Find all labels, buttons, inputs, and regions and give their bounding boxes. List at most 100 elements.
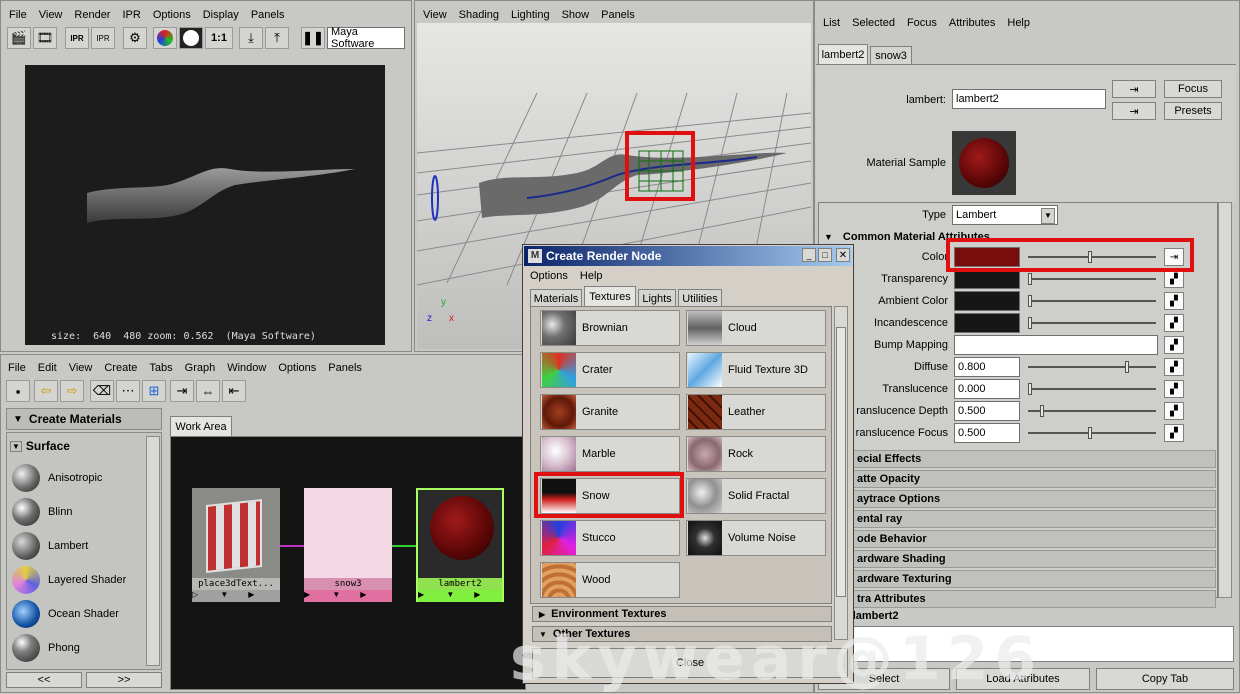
- tab-materials[interactable]: Materials: [530, 289, 582, 307]
- attr-section-header[interactable]: atte Opacity: [820, 470, 1216, 488]
- map-checker-icon[interactable]: ▞: [1164, 424, 1184, 442]
- section-common-material[interactable]: ▼ Common Material Attributes: [820, 228, 1220, 246]
- hs-menu-tabs[interactable]: Tabs: [149, 362, 172, 374]
- map-checker-icon[interactable]: ▞: [1164, 380, 1184, 398]
- render-region-icon[interactable]: 🎞: [33, 27, 57, 49]
- map-checker-icon[interactable]: ▞: [1164, 358, 1184, 376]
- node-name-field[interactable]: lambert2: [952, 89, 1106, 109]
- copy-tab-button[interactable]: Copy Tab: [1096, 668, 1234, 690]
- real-size-button[interactable]: 1:1: [205, 27, 233, 49]
- menu-render[interactable]: Render: [74, 9, 110, 21]
- hs-menu-panels[interactable]: Panels: [328, 362, 362, 374]
- focus-left-button[interactable]: ⇥: [1112, 80, 1156, 98]
- dialog-menu-options[interactable]: Options: [530, 270, 568, 282]
- attr-slider[interactable]: [1028, 366, 1156, 368]
- attr-slider[interactable]: [1028, 388, 1156, 390]
- output-connections-icon[interactable]: ⇤: [222, 380, 246, 402]
- map-connected-icon[interactable]: ⇥: [1164, 248, 1184, 266]
- scroll-thumb[interactable]: [836, 327, 846, 597]
- menu-ipr[interactable]: IPR: [122, 9, 140, 21]
- io-connections-icon[interactable]: ⇔: [196, 380, 220, 402]
- map-checker-icon[interactable]: ▞: [1164, 270, 1184, 288]
- viewport-menu-panels[interactable]: Panels: [601, 9, 635, 21]
- graph-network-icon[interactable]: ⊞: [142, 380, 166, 402]
- alpha-channel-icon[interactable]: [179, 27, 203, 49]
- ipr-render-icon[interactable]: IPR: [65, 27, 89, 49]
- select-tool-icon[interactable]: ▪: [6, 380, 30, 402]
- nav-next-button[interactable]: >>: [86, 672, 162, 688]
- attr-value-field[interactable]: 0.500: [954, 423, 1020, 443]
- surface-header[interactable]: ▼ Surface: [10, 438, 144, 454]
- attr-menu-focus[interactable]: Focus: [907, 17, 937, 29]
- color-channel-icon[interactable]: [153, 27, 177, 49]
- attr-section-header[interactable]: tra Attributes: [820, 590, 1216, 608]
- graph-layout-icon[interactable]: ⋯: [116, 380, 140, 402]
- hs-menu-create[interactable]: Create: [104, 362, 137, 374]
- tab-textures[interactable]: Textures: [584, 286, 636, 307]
- texture-button[interactable]: Cloud: [686, 310, 826, 346]
- attr-scrollbar[interactable]: [1218, 202, 1232, 598]
- create-materials-header[interactable]: ▼ Create Materials: [6, 408, 162, 430]
- texture-button[interactable]: Snow: [540, 478, 680, 514]
- render-clapper-icon[interactable]: 🎬: [7, 27, 31, 49]
- color-swatch[interactable]: [954, 313, 1020, 333]
- map-checker-icon[interactable]: ▞: [1164, 292, 1184, 310]
- slider-handle[interactable]: [1028, 295, 1032, 307]
- attr-slider[interactable]: [1028, 278, 1156, 280]
- eraser-icon[interactable]: ⌫: [90, 380, 114, 402]
- attr-section-header[interactable]: ental ray: [820, 510, 1216, 528]
- presets-button[interactable]: Presets: [1164, 102, 1222, 120]
- slider-handle[interactable]: [1087, 251, 1092, 263]
- map-checker-icon[interactable]: ▞: [1164, 402, 1184, 420]
- color-swatch[interactable]: [954, 291, 1020, 311]
- arrow-right-icon[interactable]: ⇨: [60, 380, 84, 402]
- attr-section-header[interactable]: aytrace Options: [820, 490, 1216, 508]
- texture-button[interactable]: Rock: [686, 436, 826, 472]
- color-swatch[interactable]: [954, 269, 1020, 289]
- attr-slider[interactable]: [1028, 410, 1156, 412]
- textures-scrollbar[interactable]: [834, 306, 848, 640]
- remove-image-icon[interactable]: ⤒: [265, 27, 289, 49]
- viewport-menu-lighting[interactable]: Lighting: [511, 9, 550, 21]
- attr-section-header[interactable]: ode Behavior: [820, 530, 1216, 548]
- texture-button[interactable]: Wood: [540, 562, 680, 598]
- viewport-menu-show[interactable]: Show: [562, 9, 590, 21]
- attr-menu-list[interactable]: List: [823, 17, 840, 29]
- attr-menu-help[interactable]: Help: [1007, 17, 1030, 29]
- slider-handle[interactable]: [1040, 405, 1045, 417]
- material-item[interactable]: Lambert: [12, 530, 142, 562]
- ipr-refresh-icon[interactable]: IPR: [91, 27, 115, 49]
- menu-view[interactable]: View: [39, 9, 63, 21]
- map-checker-icon[interactable]: ▞: [1164, 314, 1184, 332]
- keep-image-icon[interactable]: ⤓: [239, 27, 263, 49]
- hs-menu-file[interactable]: File: [8, 362, 26, 374]
- attr-slider[interactable]: [1028, 256, 1156, 258]
- texture-button[interactable]: Stucco: [540, 520, 680, 556]
- slider-handle[interactable]: [1028, 273, 1032, 285]
- maximize-icon[interactable]: □: [818, 248, 832, 262]
- nav-prev-button[interactable]: <<: [6, 672, 82, 688]
- texture-button[interactable]: Granite: [540, 394, 680, 430]
- pause-icon[interactable]: ❚❚: [301, 27, 325, 49]
- snapshot-icon[interactable]: ⚙: [123, 27, 147, 49]
- input-connections-icon[interactable]: ⇥: [170, 380, 194, 402]
- minimize-icon[interactable]: _: [802, 248, 816, 262]
- hs-menu-window[interactable]: Window: [227, 362, 266, 374]
- texture-button[interactable]: Leather: [686, 394, 826, 430]
- node-snow3[interactable]: snow3 ▶ ▼ ▶: [304, 488, 392, 602]
- close-icon[interactable]: ✕: [836, 248, 850, 262]
- color-swatch[interactable]: [954, 247, 1020, 267]
- slider-handle[interactable]: [1087, 427, 1092, 439]
- map-checker-icon[interactable]: ▞: [1164, 336, 1184, 354]
- dialog-menu-help[interactable]: Help: [580, 270, 603, 282]
- texture-button[interactable]: Fluid Texture 3D: [686, 352, 826, 388]
- attr-value-field[interactable]: [954, 335, 1158, 355]
- material-item[interactable]: Blinn: [12, 496, 142, 528]
- material-item[interactable]: Phong: [12, 632, 142, 664]
- viewport-menu-view[interactable]: View: [423, 9, 447, 21]
- texture-button[interactable]: Volume Noise: [686, 520, 826, 556]
- slider-handle[interactable]: [1124, 361, 1129, 373]
- slider-handle[interactable]: [1028, 317, 1032, 329]
- section-environment-textures[interactable]: ▶ Environment Textures: [532, 606, 832, 622]
- hs-menu-view[interactable]: View: [69, 362, 93, 374]
